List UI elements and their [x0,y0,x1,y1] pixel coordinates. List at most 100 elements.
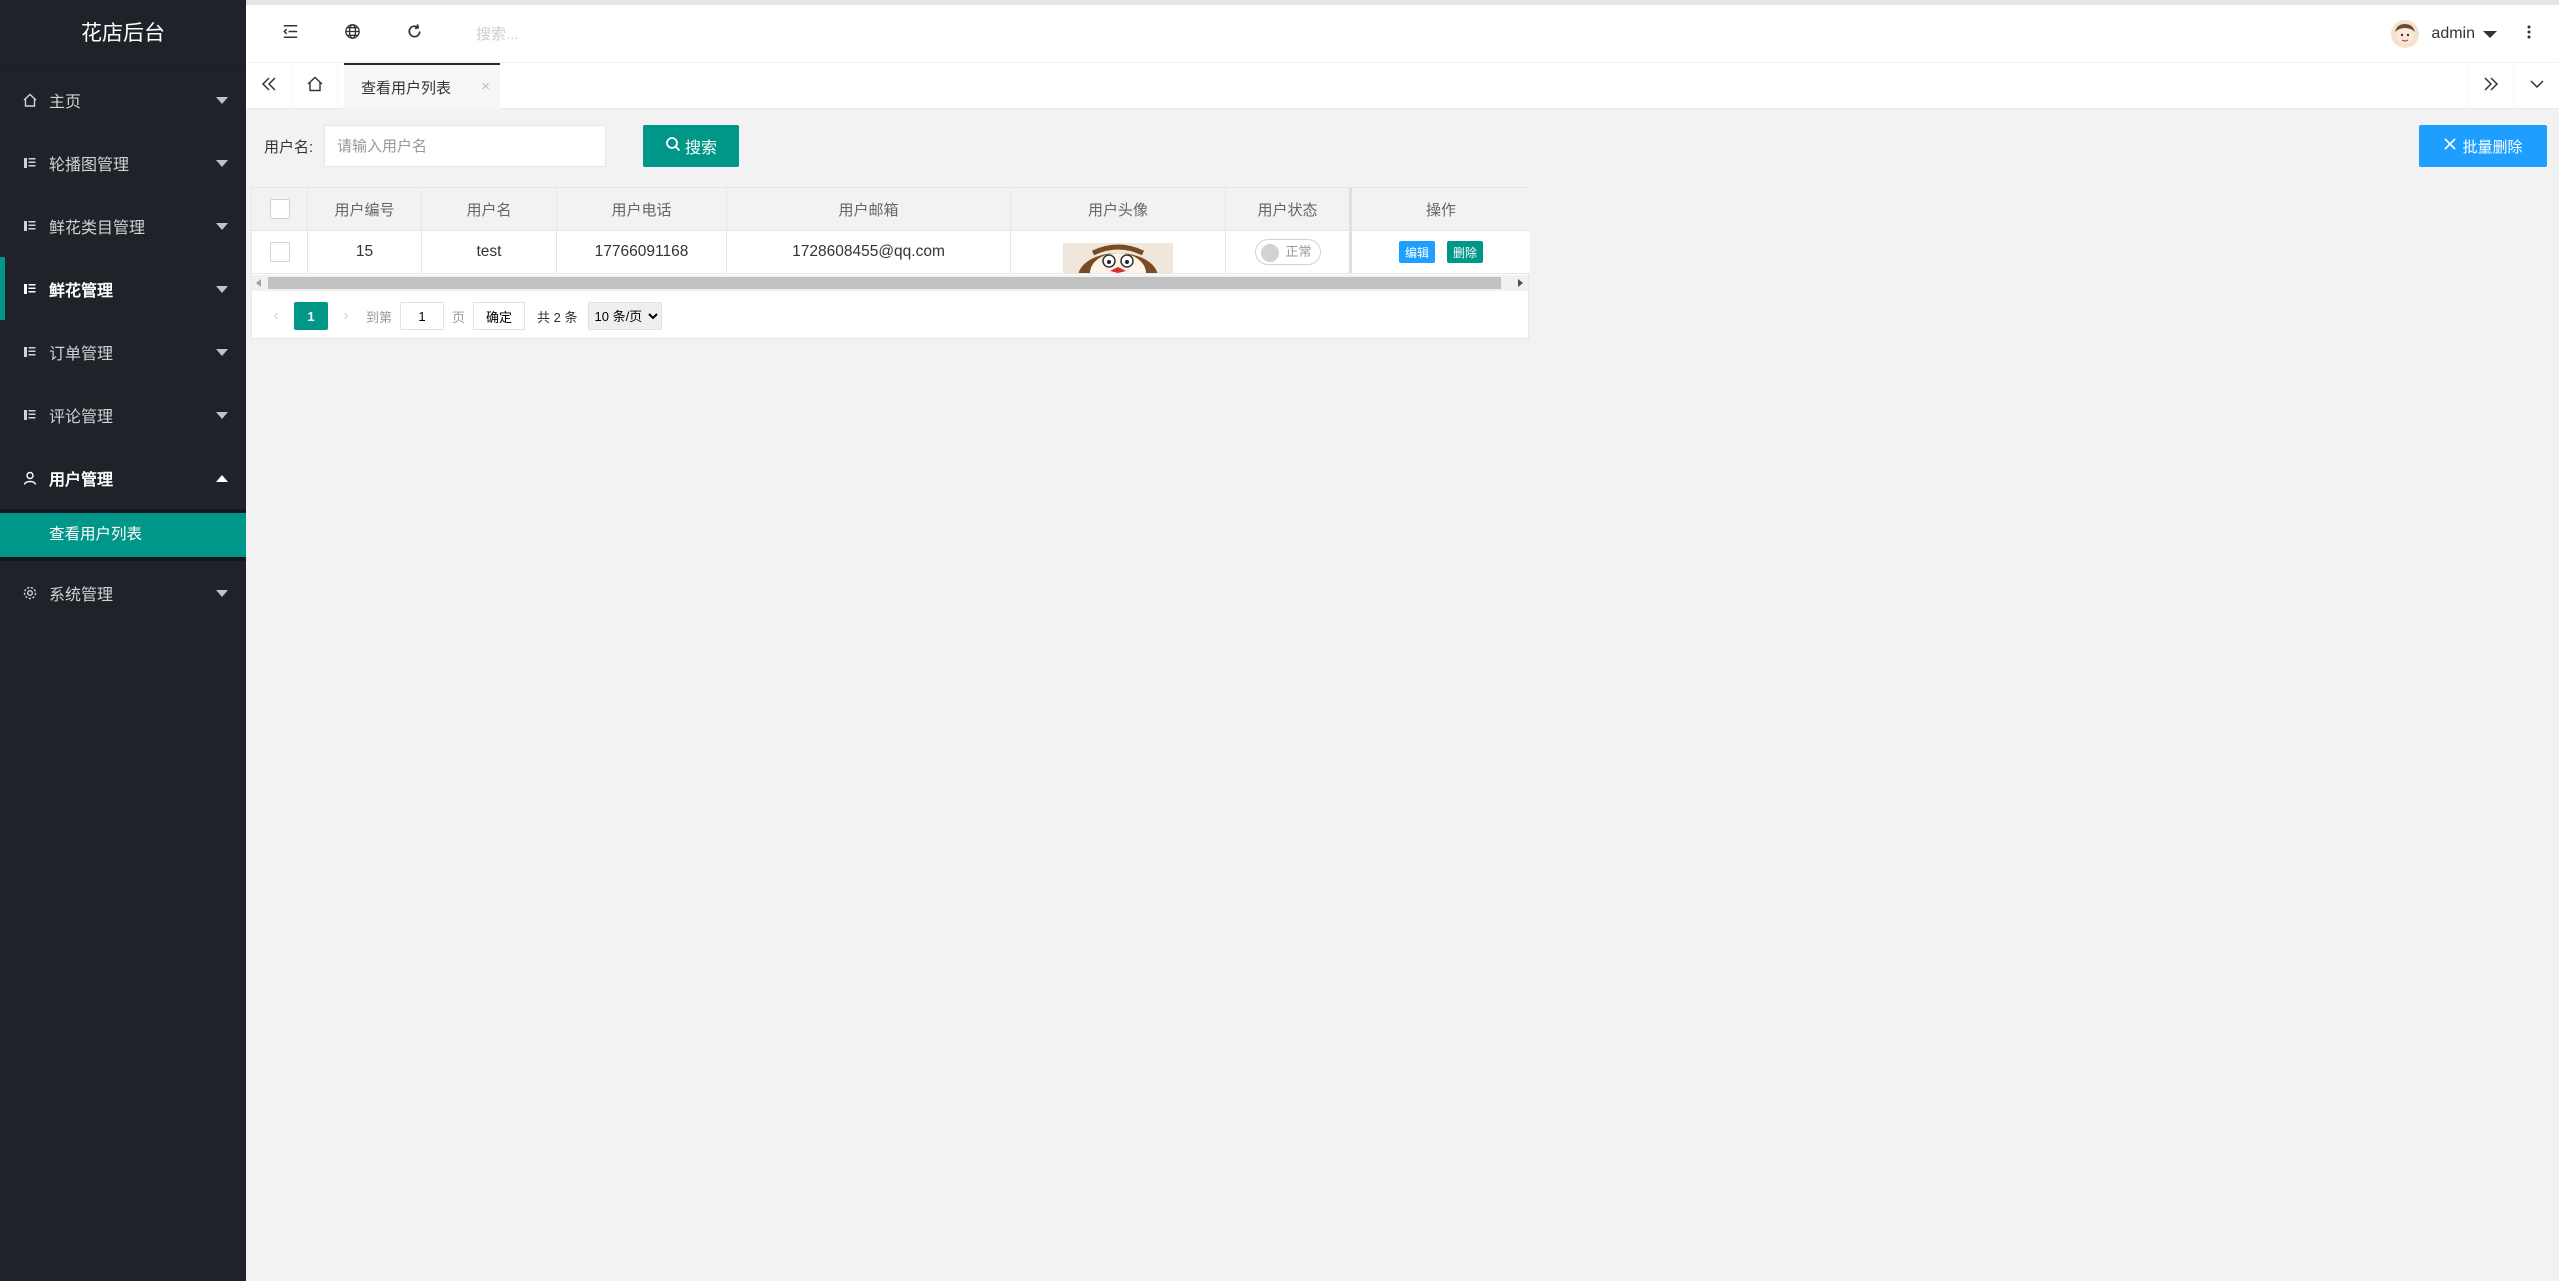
search-icon [665,136,685,157]
delete-button[interactable]: 删除 [1447,241,1484,263]
page-size-select[interactable]: 10 条/页 [587,302,662,330]
scroll-left-arrow-icon[interactable] [256,279,261,287]
column-header: 用户头像 [1011,188,1226,230]
sidebar-toggle-button[interactable] [262,5,318,63]
user-table: 用户编号 用户名 用户电话 用户邮箱 用户头像 用户状态 操作 15 test … [251,187,1530,339]
avatar [2391,20,2420,48]
column-header: 用户电话 [557,188,727,230]
list-icon [21,154,39,172]
next-page-button[interactable]: › [332,302,360,330]
batch-delete-button[interactable]: 批量删除 [2419,125,2547,167]
user-menu[interactable]: admin [2391,5,2497,63]
batch-delete-label: 批量删除 [2462,138,2523,156]
username-label: 用户名: [264,138,314,156]
tabs-bar: 查看用户列表 × [246,63,2559,109]
tab-user-list[interactable]: 查看用户列表 × [344,63,500,109]
status-toggle[interactable]: 正常 [1254,239,1321,265]
more-options-button[interactable] [2519,5,2539,63]
scrollbar-thumb[interactable] [268,277,1501,289]
row-checkbox[interactable] [269,242,290,262]
column-header: 用户编号 [308,188,422,230]
sidebar-subnav-users: 查看用户列表 [0,509,246,561]
tabs-scroll-right-button[interactable] [2467,63,2513,109]
search-button-label: 搜索 [684,140,717,157]
menu-fold-icon [281,22,300,46]
website-button[interactable] [324,5,380,63]
chevron-down-icon [216,589,228,597]
search-button[interactable]: 搜索 [643,125,739,167]
edit-button[interactable]: 编辑 [1398,241,1435,263]
home-tab-button[interactable] [292,63,338,109]
home-icon [305,74,325,99]
more-vertical-icon [2527,24,2531,45]
user-name: admin [2431,25,2475,42]
cell-user-id: 15 [308,231,422,273]
cell-user-avatar [1011,231,1226,273]
list-icon [21,280,39,298]
toggle-knob [1260,244,1279,262]
close-icon[interactable]: × [481,78,490,95]
table-row: 15 test 17766091168 1728608455@qq.com 正常… [252,231,1530,274]
current-page-button[interactable]: 1 [294,302,328,330]
sidebar-item-comments[interactable]: 评论管理 [0,383,246,446]
main-content: 用户名: 搜索 批量删除 用户编号 用户名 用户电话 用户邮箱 用户头像 用户状… [246,109,2559,1281]
sidebar-item-carousel[interactable]: 轮播图管理 [0,131,246,194]
total-count: 共 2 条 [537,309,578,325]
column-header: 用户名 [422,188,557,230]
sidebar-item-flower-category[interactable]: 鲜花类目管理 [0,194,246,257]
sidebar-item-label: 系统管理 [49,586,114,604]
chevron-up-icon [216,474,228,482]
chevron-down-icon [216,411,228,419]
tab-label: 查看用户列表 [361,79,452,97]
sidebar-item-flower[interactable]: 鲜花管理 [0,257,246,320]
row-checkbox-cell [252,231,308,273]
cell-user-phone: 17766091168 [557,231,727,273]
caret-down-icon [2483,30,2497,38]
header-checkbox-cell [252,188,308,230]
username-search-input[interactable] [324,125,606,167]
sidebar-item-label: 鲜花类目管理 [49,219,146,237]
user-avatar-image [1063,243,1173,273]
refresh-icon [405,22,424,46]
chevron-down-icon [216,285,228,293]
sidebar-item-users[interactable]: 用户管理 [0,446,246,509]
cell-user-status: 正常 [1226,231,1352,273]
column-header: 用户邮箱 [727,188,1011,230]
scroll-right-arrow-icon[interactable] [1518,279,1523,287]
globe-icon [343,22,362,46]
user-icon [21,469,39,487]
goto-page-input[interactable] [400,302,445,330]
sidebar-item-label: 评论管理 [49,408,114,426]
sidebar-item-orders[interactable]: 订单管理 [0,320,246,383]
sidebar-item-home[interactable]: 主页 [0,68,246,131]
sidebar-item-label: 主页 [49,93,82,111]
close-icon [2443,137,2462,155]
chevron-down-icon [216,348,228,356]
list-icon [21,343,39,361]
select-all-checkbox[interactable] [269,199,290,219]
sidebar-item-system[interactable]: 系统管理 [0,561,246,624]
horizontal-scrollbar[interactable] [252,275,1528,291]
goto-confirm-button[interactable]: 确定 [473,302,526,330]
gear-icon [21,584,39,602]
chevron-down-icon [2527,74,2547,99]
page-unit-label: 页 [452,309,466,325]
tabs-scroll-left-button[interactable] [246,63,292,109]
cell-user-email: 1728608455@qq.com [727,231,1011,273]
pagination: ‹ 1 › 到第 页 确定 共 2 条 10 条/页 [262,302,662,330]
sidebar: 花店后台 主页 轮播图管理 鲜花类目管理 鲜花管理 订单管理 评论管理 用户管理… [0,0,246,1281]
top-header: admin [246,5,2559,63]
list-icon [21,406,39,424]
header-search-input[interactable] [476,15,756,53]
sidebar-subitem-user-list[interactable]: 查看用户列表 [0,513,246,557]
sidebar-item-label: 用户管理 [49,471,114,489]
sidebar-item-label: 轮播图管理 [49,156,130,174]
column-header: 操作 [1425,201,1456,219]
cell-actions: 编辑 删除 [1352,231,1530,273]
tabs-menu-button[interactable] [2513,63,2559,109]
refresh-button[interactable] [386,5,442,63]
search-form: 用户名: 搜索 [264,125,739,167]
list-icon [21,217,39,235]
sidebar-item-label: 鲜花管理 [49,282,114,300]
prev-page-button[interactable]: ‹ [262,302,290,330]
